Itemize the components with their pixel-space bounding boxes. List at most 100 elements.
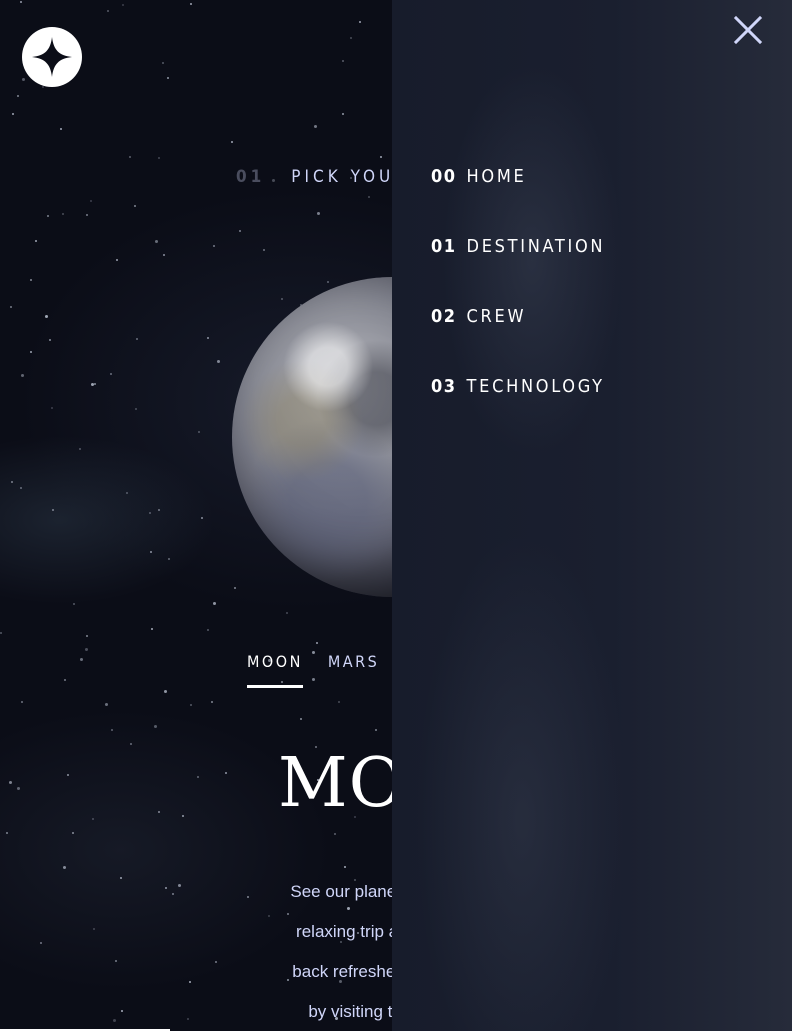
star-dot (62, 213, 64, 215)
logo[interactable] (22, 27, 82, 87)
star-dot (150, 551, 152, 553)
star-dot (79, 448, 81, 450)
star-dot (167, 77, 169, 79)
nav-item-destination[interactable]: 01 Destination (431, 236, 605, 306)
star-dot (72, 832, 74, 834)
star-dot (80, 658, 83, 661)
star-dot (300, 718, 302, 720)
star-dot (190, 3, 192, 5)
star-dot (380, 156, 382, 158)
star-dot (213, 602, 216, 605)
tab-mars[interactable]: Mars (328, 652, 379, 688)
star-dot (86, 635, 88, 637)
star-dot (40, 942, 42, 944)
star-dot (111, 729, 113, 731)
star-dot (211, 701, 213, 703)
star-dot (21, 701, 23, 703)
star-dot (35, 240, 37, 242)
star-dot (47, 215, 49, 217)
star-dot (115, 960, 117, 962)
star-dot (86, 214, 88, 216)
star-dot (201, 517, 203, 519)
star-dot (9, 781, 12, 784)
star-dot (42, 86, 44, 88)
tab-moon[interactable]: Moon (247, 652, 303, 688)
star-dot (225, 772, 227, 774)
star-dot (6, 832, 8, 834)
star-dot (116, 259, 118, 261)
star-dot (182, 815, 184, 817)
star-dot (51, 407, 53, 409)
destination-title: MO (278, 744, 406, 823)
star-dot (45, 315, 48, 318)
star-dot (92, 818, 94, 820)
nav-item-home[interactable]: 00 Home (431, 166, 605, 236)
star-dot (197, 776, 199, 778)
side-nav-list: 00 Home 01 Destination 02 Crew 03 Techno… (431, 166, 605, 446)
star-dot (158, 157, 160, 159)
star-dot (60, 128, 62, 130)
star-dot (73, 603, 75, 605)
star-logo-icon (32, 37, 72, 77)
star-dot (338, 701, 340, 703)
star-dot (359, 21, 361, 23)
star-dot (350, 37, 352, 39)
star-dot (134, 205, 136, 207)
star-dot (30, 279, 32, 281)
star-dot (121, 1010, 123, 1012)
star-dot (154, 725, 157, 728)
star-dot (198, 431, 200, 433)
star-dot (151, 628, 153, 630)
star-dot (20, 1, 22, 3)
destination-page: 01 Pick your Moon Mars MO See our planet … (0, 0, 792, 1031)
nav-item-number: 01 (431, 236, 457, 257)
star-dot (113, 1019, 116, 1022)
star-dot (207, 337, 209, 339)
nav-item-label: Destination (466, 236, 606, 257)
star-dot (110, 373, 112, 375)
star-dot (90, 200, 92, 202)
star-dot (49, 339, 51, 341)
nav-item-technology[interactable]: 03 Technology (431, 376, 605, 446)
star-dot (129, 156, 131, 158)
star-dot (107, 10, 109, 12)
star-dot (234, 587, 236, 589)
star-dot (63, 866, 66, 869)
star-dot (281, 298, 283, 300)
star-dot (314, 125, 317, 128)
star-dot (344, 866, 346, 868)
star-dot (10, 306, 12, 308)
star-dot (12, 113, 14, 115)
star-dot (120, 877, 122, 879)
star-dot (158, 811, 160, 813)
star-dot (149, 512, 151, 514)
star-dot (67, 774, 69, 776)
close-icon (733, 15, 763, 45)
star-dot (122, 4, 124, 6)
star-dot (20, 487, 22, 489)
star-dot (162, 62, 164, 64)
star-dot (217, 360, 220, 363)
star-dot (164, 690, 167, 693)
star-dot (207, 629, 209, 631)
star-dot (375, 729, 377, 731)
nav-item-crew[interactable]: 02 Crew (431, 306, 605, 376)
star-dot (368, 196, 370, 198)
star-dot (190, 704, 192, 706)
nav-item-number: 00 (431, 166, 457, 187)
side-nav-panel: 00 Home 01 Destination 02 Crew 03 Techno… (392, 0, 792, 1031)
star-dot (17, 95, 19, 97)
star-dot (334, 833, 336, 835)
page-heading-number: 01 (236, 167, 266, 187)
close-button[interactable] (732, 14, 764, 46)
star-dot (85, 648, 88, 651)
star-dot (17, 787, 20, 790)
star-dot (136, 338, 138, 340)
star-dot (239, 230, 241, 232)
star-dot (317, 212, 320, 215)
star-dot (213, 245, 215, 247)
star-dot (0, 632, 2, 634)
nav-item-number: 02 (431, 306, 457, 327)
nav-item-label: Crew (466, 306, 527, 327)
nav-item-number: 03 (431, 376, 457, 397)
